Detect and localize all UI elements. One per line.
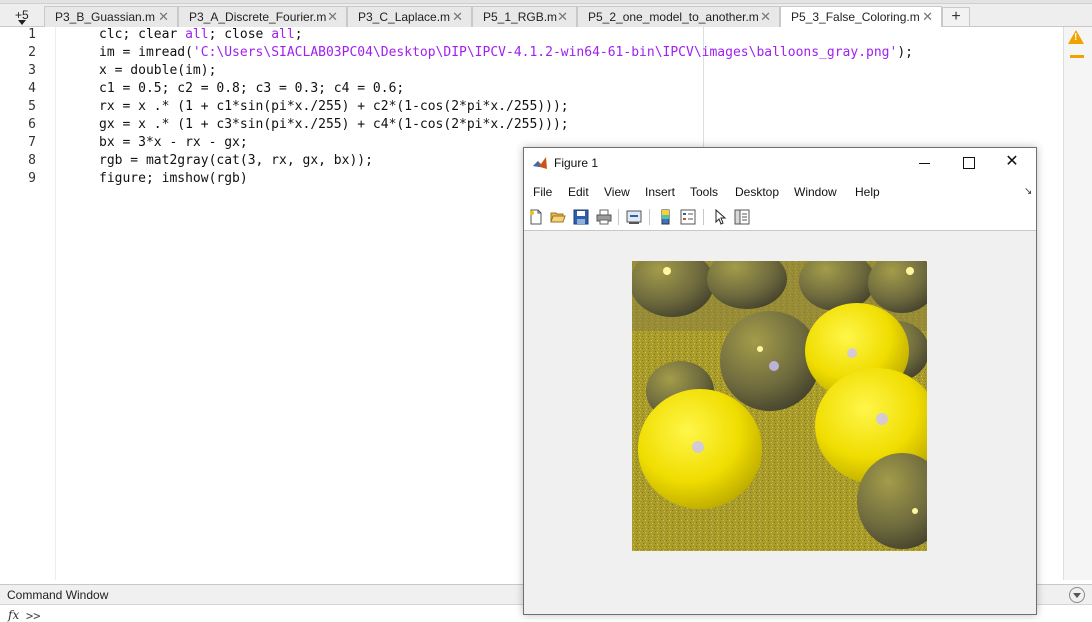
figure-menu-bar: File Edit View Insert Tools Desktop Wind… <box>524 178 1036 204</box>
menu-window[interactable]: Window <box>794 185 837 199</box>
tab-p3-b-guassian[interactable]: P3_B_Guassian.m ✕ <box>44 6 178 27</box>
command-window-title: Command Window <box>7 588 109 602</box>
tab-label: P3_B_Guassian.m <box>55 10 156 24</box>
line-number: 9 <box>28 171 36 186</box>
chevron-down-icon <box>18 20 26 25</box>
tab-label: P3_A_Discrete_Fourier.m <box>189 10 327 24</box>
figure-window[interactable]: Figure 1 ✕ File Edit View Insert Tools D… <box>523 147 1037 615</box>
code-line-9: figure; imshow(rgb) <box>99 171 248 186</box>
hidden-tabs-button[interactable]: +5 <box>6 8 40 27</box>
tab-p5-2-one-model-to-another[interactable]: P5_2_one_model_to_another.m ✕ <box>577 6 780 27</box>
command-prompt[interactable]: >> <box>26 609 40 622</box>
line-number-gutter: 1 2 3 4 5 6 7 8 9 <box>0 27 56 580</box>
line-number: 8 <box>28 153 36 168</box>
code-line-4: c1 = 0.5; c2 = 0.8; c3 = 0.3; c4 = 0.6; <box>99 81 405 96</box>
tab-p3-a-discrete-fourier[interactable]: P3_A_Discrete_Fourier.m ✕ <box>178 6 347 27</box>
close-icon[interactable]: ✕ <box>452 9 463 25</box>
code-line-1: clc; clear all; close all; <box>99 27 303 42</box>
code-analyzer-bar[interactable]: ! <box>1063 27 1092 580</box>
line-number: 3 <box>28 63 36 78</box>
minimize-button[interactable] <box>914 153 934 173</box>
line-number: 6 <box>28 117 36 132</box>
toolbar-separator <box>649 209 650 225</box>
expand-collapse-icon[interactable] <box>1069 587 1085 603</box>
menu-tools[interactable]: Tools <box>690 185 718 199</box>
line-number: 2 <box>28 45 36 60</box>
menu-edit[interactable]: Edit <box>568 185 589 199</box>
link-plot-icon[interactable] <box>626 209 642 225</box>
close-icon[interactable]: ✕ <box>922 9 933 25</box>
string-literal: 'C:\Users\SIACLAB03PC04\Desktop\DIP\IPCV… <box>192 45 898 60</box>
figure-title: Figure 1 <box>554 156 599 170</box>
tab-p3-c-laplace[interactable]: P3_C_Laplace.m ✕ <box>347 6 472 27</box>
property-inspector-icon[interactable] <box>734 209 750 225</box>
menu-file[interactable]: File <box>533 185 552 199</box>
dock-arrow-icon[interactable]: ↘ <box>1024 186 1032 197</box>
code-line-7: bx = 3*x - rx - gx; <box>99 135 248 150</box>
print-icon[interactable] <box>596 209 612 225</box>
tab-label: P5_1_RGB.m <box>483 10 558 24</box>
code-line-6: gx = x .* (1 + c3*sin(pi*x./255) + c4*(1… <box>99 117 569 132</box>
false-colored-balloons-image <box>632 261 927 551</box>
code-line-8: rgb = mat2gray(cat(3, rx, gx, bx)); <box>99 153 373 168</box>
menu-help[interactable]: Help <box>855 185 880 199</box>
tab-p5-3-false-coloring[interactable]: P5_3_False_Coloring.m ✕ <box>780 6 942 28</box>
tab-label: P5_3_False_Coloring.m <box>791 10 920 24</box>
tab-label: P3_C_Laplace.m <box>358 10 451 24</box>
legend-icon[interactable] <box>680 209 696 225</box>
line-number: 5 <box>28 99 36 114</box>
figure-toolbar <box>524 204 1036 231</box>
new-figure-icon[interactable] <box>528 209 544 225</box>
code-text: ); <box>897 45 913 60</box>
matlab-desktop: +5 P3_B_Guassian.m ✕ P3_A_Discrete_Fouri… <box>0 0 1092 622</box>
code-text: ; <box>294 27 303 42</box>
warning-mark-glyph: ! <box>1074 32 1078 43</box>
menu-view[interactable]: View <box>604 185 630 199</box>
menu-insert[interactable]: Insert <box>645 185 675 199</box>
line-number: 7 <box>28 135 36 150</box>
editor-tab-bar: +5 P3_B_Guassian.m ✕ P3_A_Discrete_Fouri… <box>0 4 1092 28</box>
close-icon[interactable]: ✕ <box>327 9 338 25</box>
toolbar-separator <box>618 209 619 225</box>
tab-label: P5_2_one_model_to_another.m <box>588 10 759 24</box>
save-icon[interactable] <box>573 209 589 225</box>
code-line-3: x = double(im); <box>99 63 217 78</box>
open-file-icon[interactable] <box>550 209 566 225</box>
close-icon[interactable]: ✕ <box>557 9 568 25</box>
close-window-button[interactable]: ✕ <box>1002 153 1022 173</box>
close-icon[interactable]: ✕ <box>760 9 771 25</box>
tab-p5-1-rgb[interactable]: P5_1_RGB.m ✕ <box>472 6 577 27</box>
keyword: all <box>185 27 209 42</box>
code-line-5: rx = x .* (1 + c1*sin(pi*x./255) + c2*(1… <box>99 99 569 114</box>
code-line-2: im = imread('C:\Users\SIACLAB03PC04\Desk… <box>99 45 913 60</box>
menu-desktop[interactable]: Desktop <box>735 185 779 199</box>
matlab-logo-icon <box>533 157 547 169</box>
warning-marker[interactable] <box>1070 55 1084 58</box>
figure-canvas[interactable] <box>524 231 1036 614</box>
pointer-icon[interactable] <box>712 209 728 225</box>
code-text: ; close <box>208 27 272 42</box>
code-text: clc; clear <box>99 27 186 42</box>
line-number: 1 <box>28 27 36 42</box>
line-number: 4 <box>28 81 36 96</box>
function-browser-icon[interactable]: fx <box>8 608 19 622</box>
figure-title-bar[interactable]: Figure 1 ✕ <box>524 148 1036 178</box>
colorbar-icon[interactable] <box>658 209 674 225</box>
code-text: im = imread( <box>99 45 193 60</box>
keyword: all <box>271 27 295 42</box>
maximize-button[interactable] <box>958 153 978 173</box>
add-tab-button[interactable]: + <box>942 7 970 27</box>
toolbar-separator <box>703 209 704 225</box>
close-icon[interactable]: ✕ <box>158 9 169 25</box>
